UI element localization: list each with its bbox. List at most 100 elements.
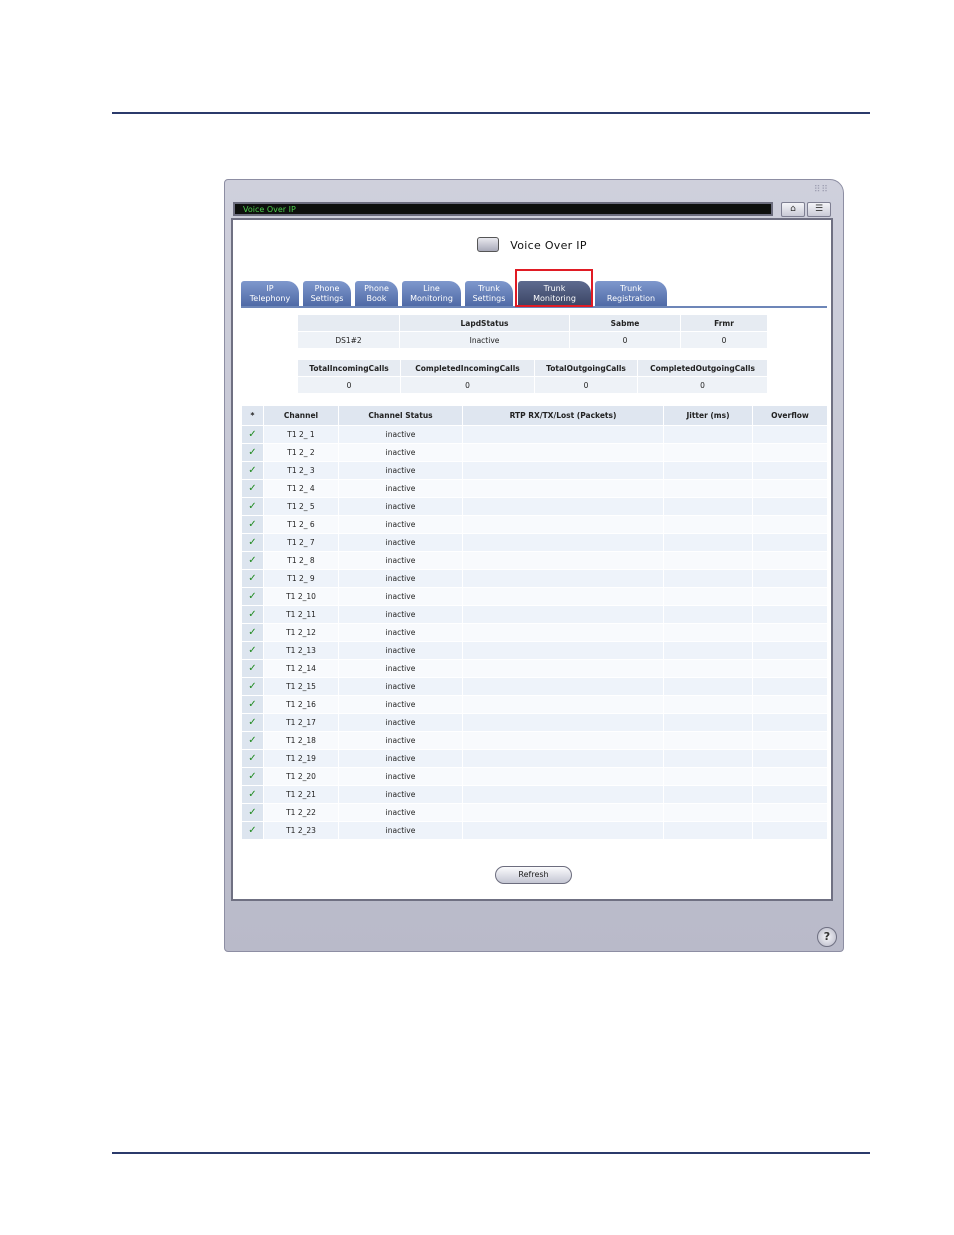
overflow-cell: [752, 587, 828, 606]
rtp-cell: [462, 713, 664, 732]
window-titlebar: Voice Over IP: [233, 202, 773, 216]
table-header: Channel Status: [338, 405, 463, 426]
overflow-cell: [752, 443, 828, 462]
table-header: LapdStatus: [399, 314, 570, 332]
channel-cell: T1 2_22: [263, 803, 339, 822]
check-icon: ✓: [241, 731, 264, 750]
page-top-rule: [112, 112, 870, 114]
jitter-cell: [663, 461, 753, 480]
channel-cell: T1 2_18: [263, 731, 339, 750]
check-icon: ✓: [241, 713, 264, 732]
jitter-cell: [663, 479, 753, 498]
check-icon: ✓: [241, 587, 264, 606]
content-panel: Voice Over IP IP Telephony Phone Settings …: [231, 218, 833, 901]
status-cell: inactive: [338, 551, 463, 570]
voip-phone-icon: [477, 237, 500, 252]
tab-phone-settings[interactable]: Phone Settings: [303, 281, 351, 306]
tab-label-line2: Settings: [310, 294, 344, 303]
channel-cell: T1 2_ 1: [263, 425, 339, 444]
tab-phone-book[interactable]: Phone Book: [355, 281, 398, 306]
channel-cell: T1 2_15: [263, 677, 339, 696]
overflow-cell: [752, 569, 828, 588]
check-icon: ✓: [241, 695, 264, 714]
tab-trunk-registration[interactable]: Trunk Registration: [595, 281, 667, 306]
tab-label-line2: Settings: [472, 294, 506, 303]
rtp-cell: [462, 443, 664, 462]
status-cell: inactive: [338, 695, 463, 714]
check-icon: ✓: [241, 767, 264, 786]
overflow-cell: [752, 713, 828, 732]
tab-label-line2: Monitoring: [410, 294, 453, 303]
channel-table: * Channel Channel Status RTP RX/TX/Lost …: [241, 405, 828, 840]
channel-cell: T1 2_ 4: [263, 479, 339, 498]
channel-cell: T1 2_ 6: [263, 515, 339, 534]
page-title: Voice Over IP: [510, 239, 587, 252]
jitter-cell: [663, 821, 753, 840]
network-icon[interactable]: ⌂: [781, 202, 805, 217]
table-row: ✓ T1 2_ 5 inactive: [241, 497, 828, 516]
help-icon[interactable]: ?: [817, 927, 837, 947]
rtp-cell: [462, 461, 664, 480]
tab-ip-telephony[interactable]: IP Telephony: [241, 281, 299, 306]
lapd-status-table: LapdStatus Sabme Frmr DS1#2 Inactive 0 0: [297, 314, 768, 349]
table-header: *: [241, 405, 264, 426]
overflow-cell: [752, 803, 828, 822]
refresh-button[interactable]: Refresh: [495, 866, 572, 884]
check-icon: ✓: [241, 677, 264, 696]
jitter-cell: [663, 551, 753, 570]
table-row: ✓ T1 2_21 inactive: [241, 785, 828, 804]
menu-icon[interactable]: ☰: [807, 202, 831, 217]
check-icon: ✓: [241, 515, 264, 534]
table-row: ✓ T1 2_17 inactive: [241, 713, 828, 732]
table-row: ✓ T1 2_10 inactive: [241, 587, 828, 606]
call-stats-table: TotalIncomingCalls CompletedIncomingCall…: [297, 359, 768, 394]
table-row: ✓ T1 2_14 inactive: [241, 659, 828, 678]
channel-cell: T1 2_23: [263, 821, 339, 840]
table-row: ✓ T1 2_ 4 inactive: [241, 479, 828, 498]
jitter-cell: [663, 443, 753, 462]
rtp-cell: [462, 515, 664, 534]
channel-table-body: ✓ T1 2_ 1 inactive ✓ T1 2_ 2 inactive ✓ T1 2_ 3…: [241, 425, 828, 840]
table-row: ✓ T1 2_ 3 inactive: [241, 461, 828, 480]
status-cell: inactive: [338, 785, 463, 804]
table-header: Channel: [263, 405, 339, 426]
table-header: CompletedOutgoingCalls: [637, 359, 768, 377]
jitter-cell: [663, 695, 753, 714]
window-grip: ⠿⠿: [813, 185, 829, 195]
tab-label-line1: Trunk: [620, 284, 642, 293]
rtp-cell: [462, 623, 664, 642]
status-cell: inactive: [338, 749, 463, 768]
status-cell: inactive: [338, 677, 463, 696]
jitter-cell: [663, 569, 753, 588]
channel-cell: T1 2_ 8: [263, 551, 339, 570]
table-header: Sabme: [569, 314, 681, 332]
rtp-cell: [462, 785, 664, 804]
status-cell: inactive: [338, 659, 463, 678]
table-row: ✓ T1 2_18 inactive: [241, 731, 828, 750]
tab-label-line1: Trunk: [543, 284, 566, 293]
rtp-cell: [462, 551, 664, 570]
overflow-cell: [752, 641, 828, 660]
jitter-cell: [663, 749, 753, 768]
rtp-cell: [462, 749, 664, 768]
jitter-cell: [663, 659, 753, 678]
check-icon: ✓: [241, 623, 264, 642]
table-row: ✓ T1 2_ 9 inactive: [241, 569, 828, 588]
jitter-cell: [663, 713, 753, 732]
table-cell: 0: [400, 376, 535, 394]
rtp-cell: [462, 533, 664, 552]
channel-cell: T1 2_21: [263, 785, 339, 804]
tab-line-monitoring[interactable]: Line Monitoring: [402, 281, 461, 306]
tab-trunk-settings[interactable]: Trunk Settings: [465, 281, 513, 306]
rtp-cell: [462, 641, 664, 660]
channel-cell: T1 2_ 9: [263, 569, 339, 588]
tab-trunk-monitoring[interactable]: Trunk Monitoring: [518, 281, 591, 306]
channel-cell: T1 2_19: [263, 749, 339, 768]
check-icon: ✓: [241, 749, 264, 768]
tab-label-line2: Book: [366, 294, 387, 303]
overflow-cell: [752, 551, 828, 570]
tab-label-line2: Monitoring: [533, 294, 576, 303]
overflow-cell: [752, 659, 828, 678]
tab-bar: IP Telephony Phone Settings Phone Book Line…: [241, 276, 827, 308]
table-header: Jitter (ms): [663, 405, 753, 426]
